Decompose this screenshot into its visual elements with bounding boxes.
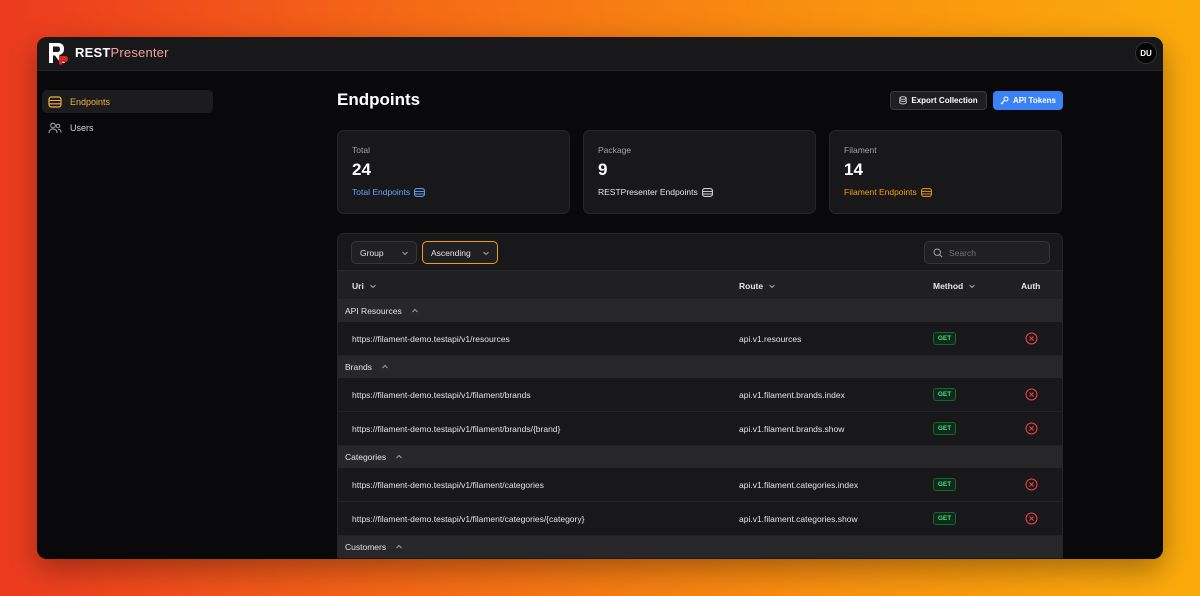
chevron-down-icon [483,251,489,256]
group-select[interactable]: Group [351,241,417,264]
sidebar-item-users[interactable]: Users [42,116,213,139]
database-icon [920,187,932,197]
x-circle-icon [1025,332,1038,345]
column-header-route[interactable]: Route [739,281,776,291]
chevron-down-icon [402,251,408,256]
group-label: Customers [345,542,387,552]
page-title: Endpoints [337,90,421,109]
column-header-auth: Auth [1021,281,1040,291]
group-header-categories[interactable]: Categories [338,446,1062,468]
sidebar-item-label: Users [70,122,94,133]
column-header-label: Method [933,281,964,291]
column-header-method[interactable]: Method [933,281,976,291]
row-uri: https://filament-demo.testapi/v1/filamen… [352,480,544,490]
row-uri: https://filament-demo.testapi/v1/resourc… [352,334,510,344]
stat-label: Total [352,145,370,155]
table-row[interactable]: https://filament-demo.testapi/v1/filamen… [338,412,1062,446]
group-label: Categories [345,452,387,462]
stat-description-text: Total Endpoints [352,187,411,197]
table-row[interactable]: https://filament-demo.testapi/v1/filamen… [338,378,1062,412]
row-route: api.v1.filament.brands.show [739,424,845,434]
search-input[interactable]: Search [924,241,1050,264]
row-uri: https://filament-demo.testapi/v1/filamen… [352,514,585,524]
method-badge: GET [933,512,956,525]
stat-description-text: RESTPresenter Endpoints [598,187,698,197]
method-badge: GET [933,332,956,345]
stat-description: RESTPresenter Endpoints [598,187,801,197]
table-header: Uri Route Method Auth [338,270,1062,300]
column-header-label: Route [739,281,764,291]
stat-card-filament: Filament 14 Filament Endpoints [829,130,1062,214]
group-header-customers[interactable]: Customers [338,536,1062,558]
group-select-value: Group [360,247,384,258]
api-tokens-button[interactable]: API Tokens [993,91,1063,110]
chevron-up-icon [382,364,388,369]
sort-direction-select[interactable]: Ascending [422,241,498,264]
database-icon [48,95,62,108]
stat-value: 14 [844,160,863,179]
group-label: Brands [345,362,372,372]
sidebar-item-label: Endpoints [70,96,111,107]
x-circle-icon [1025,388,1038,401]
column-header-label: Auth [1021,281,1041,291]
users-icon [48,122,62,133]
api-tokens-label: API Tokens [1013,96,1056,105]
brand-name-part-1: REST [75,45,111,60]
app-logo[interactable] [47,41,69,65]
top-bar: RESTPresenter DU [37,37,1163,71]
chevron-down-icon [369,284,376,289]
stat-label: Filament [844,145,877,155]
chevron-down-icon [769,284,775,289]
stat-description-text: Filament Endpoints [844,187,917,197]
stat-value: 24 [352,160,371,179]
chevron-down-icon [969,284,976,289]
row-route: api.v1.filament.brands.index [739,390,845,400]
brand-name-part-2: Presenter [110,45,169,60]
x-circle-icon [1025,512,1038,525]
x-circle-icon [1025,422,1038,435]
table-row[interactable]: https://filament-demo.testapi/v1/resourc… [338,322,1062,356]
sidebar-item-endpoints[interactable]: Endpoints [42,90,213,113]
stat-card-package: Package 9 RESTPresenter Endpoints [583,130,816,214]
row-uri: https://filament-demo.testapi/v1/filamen… [352,424,561,434]
chevron-up-icon [411,308,418,313]
stat-card-total: Total 24 Total Endpoints [337,130,570,214]
row-route: api.v1.resources [739,334,802,344]
search-placeholder: Search [949,247,976,258]
column-header-label: Uri [352,281,364,291]
stat-value: 9 [598,160,608,179]
sidebar: Endpoints Users [37,71,227,559]
stat-description: Filament Endpoints [844,187,1047,197]
database-icon [414,187,426,197]
table-row[interactable]: https://filament-demo.testapi/v1/filamen… [338,502,1062,536]
group-header-api-resources[interactable]: API Resources [338,300,1062,322]
stat-description: Total Endpoints [352,187,555,197]
search-icon [933,247,943,258]
database-small-icon [899,96,908,105]
column-header-uri[interactable]: Uri [352,281,377,291]
table-row[interactable]: https://filament-demo.testapi/v1/filamen… [338,468,1062,502]
row-uri: https://filament-demo.testapi/v1/filamen… [352,390,531,400]
sort-direction-value: Ascending [431,247,471,258]
chevron-up-icon [396,454,402,459]
row-route: api.v1.filament.categories.index [739,480,859,490]
method-badge: GET [933,422,956,435]
database-icon [701,187,713,197]
app-window: RESTPresenter DU Endpoints Users Endpoin… [37,37,1163,559]
group-label: API Resources [345,306,402,316]
export-collection-label: Export Collection [911,96,978,105]
key-icon [1000,96,1009,105]
group-header-brands[interactable]: Brands [338,356,1062,378]
row-route: api.v1.filament.categories.show [739,514,858,524]
method-badge: GET [933,388,956,401]
user-avatar[interactable]: DU [1135,42,1157,64]
method-badge: GET [933,478,956,491]
stat-label: Package [598,145,632,155]
app-brand[interactable]: RESTPresenter [75,45,169,60]
export-collection-button[interactable]: Export Collection [890,91,987,110]
endpoints-table: Group Ascending Search Uri Route Method … [337,233,1063,559]
x-circle-icon [1025,478,1038,491]
chevron-up-icon [396,544,402,549]
